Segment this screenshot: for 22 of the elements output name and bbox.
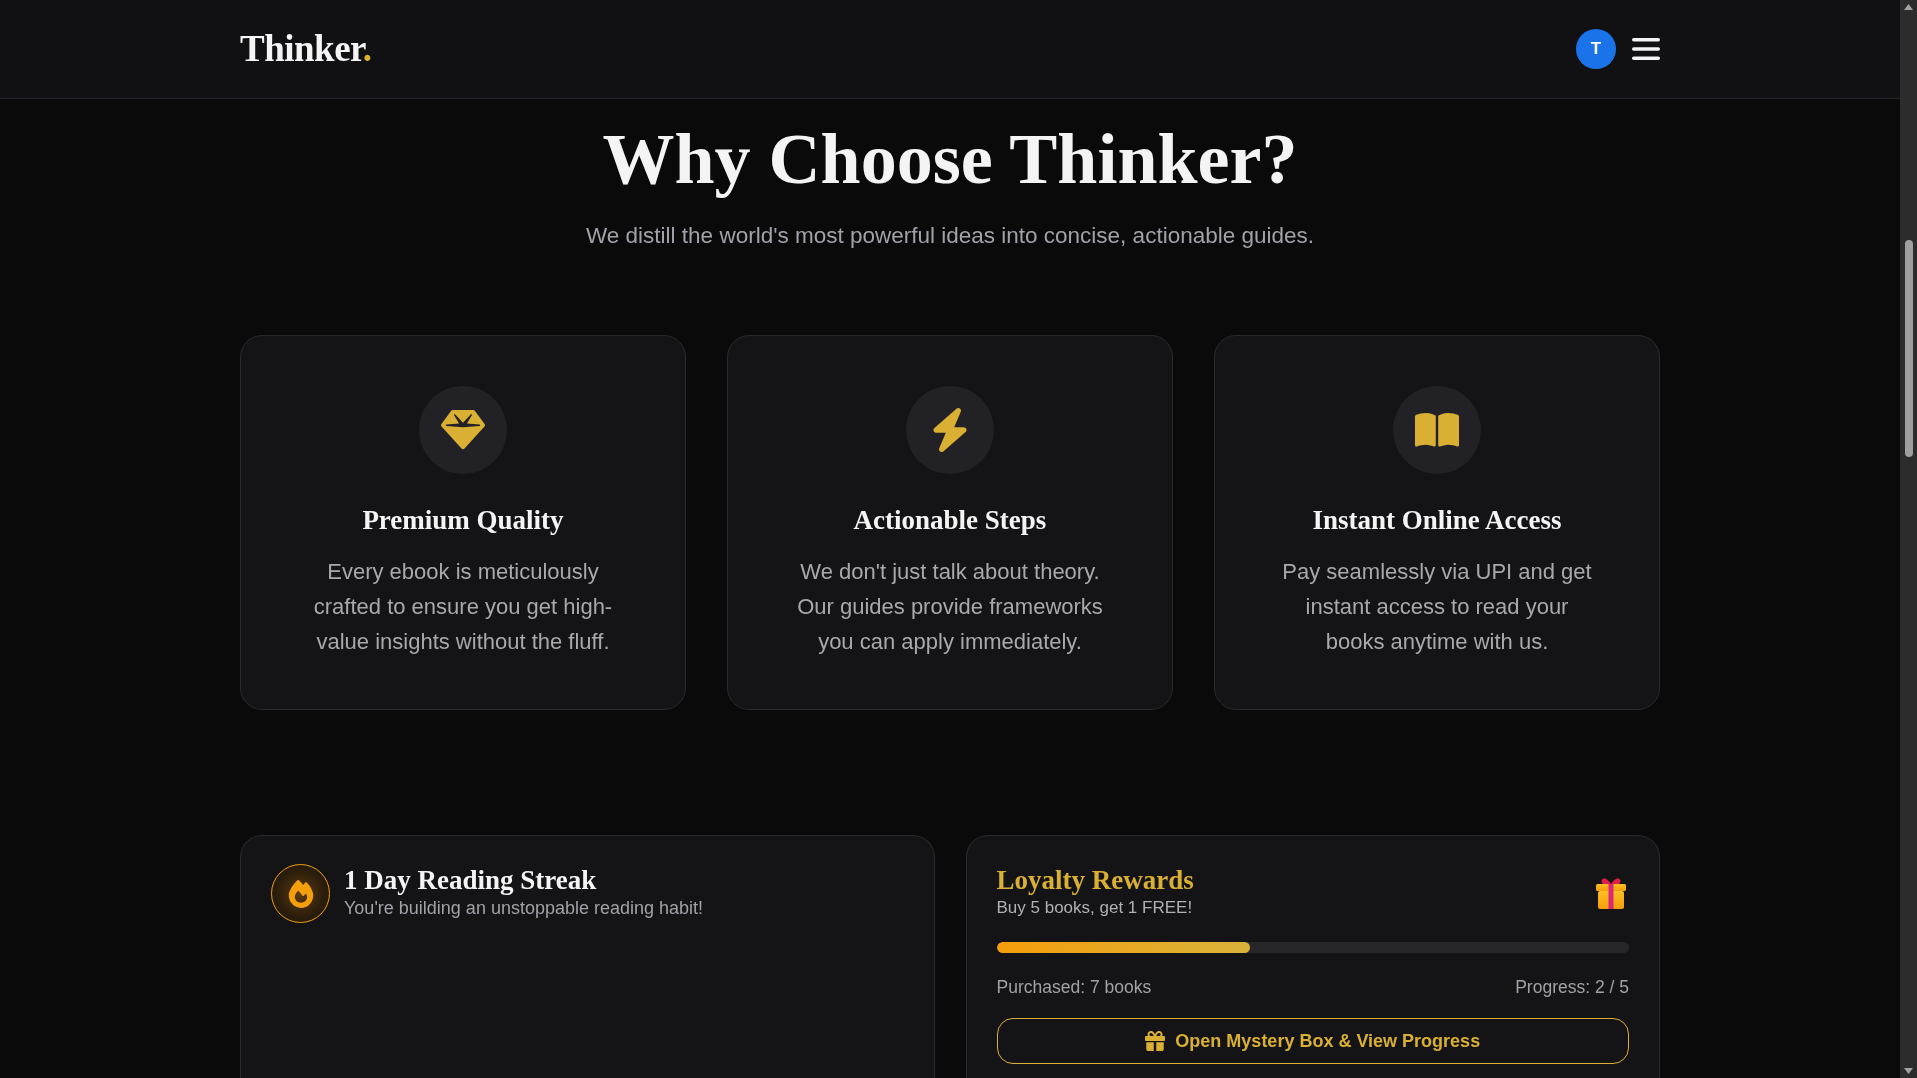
feature-description: We don't just talk about theory. Our guides provide frameworks you can apply immediately.	[796, 558, 1104, 656]
section-subtitle: We distill the world's most powerful ideas into concise, actionable guides.	[585, 222, 1315, 250]
scroll-up-arrow-icon[interactable]	[1904, 4, 1913, 10]
section-heading: Why Choose Thinker?	[601, 118, 1299, 201]
scrollbar-thumb[interactable]	[1904, 240, 1913, 457]
feature-title: Premium Quality	[362, 504, 564, 537]
menu-icon[interactable]	[1632, 38, 1660, 60]
feature-description: Pay seamlessly via UPI and get instant access to read your books anytime with us.	[1281, 558, 1593, 656]
loyalty-title: Loyalty Rewards	[996, 864, 1194, 896]
feature-title: Instant Online Access	[1312, 504, 1562, 537]
feature-title: Actionable Steps	[853, 504, 1047, 537]
purchased-count: Purchased: 7 books	[996, 976, 1152, 999]
streak-subtitle: You're building an unstoppable reading habit!	[344, 897, 704, 920]
progress-count: Progress: 2 / 5	[1515, 976, 1629, 999]
streak-title: 1 Day Reading Streak	[344, 864, 598, 896]
avatar-button[interactable]: T	[1576, 29, 1616, 69]
scroll-down-arrow-icon[interactable]	[1904, 1068, 1913, 1074]
gift-icon	[1145, 1031, 1166, 1051]
mystery-box-button[interactable]: Open Mystery Box & View Progress	[996, 1018, 1629, 1064]
logo[interactable]: Thinker.	[240, 27, 372, 71]
feature-description: Every ebook is meticulously crafted to ensure you get high-value insights without the fluff.	[312, 558, 614, 656]
loyalty-subtitle: Buy 5 books, get 1 FREE!	[996, 897, 1194, 919]
